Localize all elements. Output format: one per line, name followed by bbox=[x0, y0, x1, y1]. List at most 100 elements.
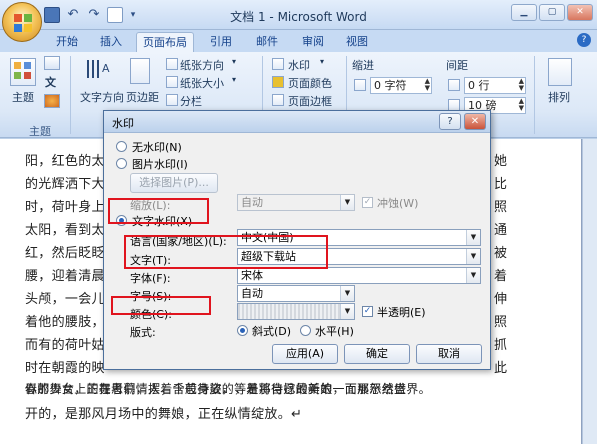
doc-line: 的光辉洒下大 bbox=[25, 177, 105, 192]
size-icon[interactable] bbox=[166, 76, 178, 88]
doc-line-end: 比 bbox=[494, 177, 508, 192]
orientation-icon[interactable] bbox=[166, 58, 178, 70]
minimize-icon[interactable]: ▁ bbox=[511, 4, 537, 21]
svg-text:A: A bbox=[102, 62, 110, 75]
orientation-dropdown-icon[interactable]: ▾ bbox=[232, 57, 236, 66]
arrange-icon[interactable] bbox=[548, 58, 572, 86]
text-direction-icon[interactable]: A bbox=[84, 56, 114, 82]
picture-watermark-label[interactable]: 图片水印(I) bbox=[132, 156, 188, 172]
cancel-button[interactable]: 取消 bbox=[416, 344, 482, 364]
indent-left-input[interactable]: 0 字符 ▲ ▼ bbox=[370, 77, 432, 94]
chevron-down-icon: ▼ bbox=[340, 286, 354, 301]
washout-label[interactable]: 冲蚀(W) bbox=[377, 195, 418, 211]
dialog-close-icon[interactable]: ✕ bbox=[464, 113, 486, 130]
page-borders-label[interactable]: 页面边框 bbox=[288, 93, 332, 109]
page-color-icon[interactable] bbox=[272, 76, 284, 88]
title-bar: ↶ ↷ ▾ 文档 1 - Microsoft Word ▁ ▢ ✕ bbox=[0, 0, 597, 30]
doc-line-end: 伸 bbox=[494, 292, 508, 307]
margins-label[interactable]: 页边距 bbox=[126, 89, 159, 105]
highlight-color-field bbox=[111, 296, 211, 315]
select-picture-button[interactable]: 选择图片(P)... bbox=[130, 173, 218, 193]
doc-line-end: 照 bbox=[494, 200, 508, 215]
text-direction-label[interactable]: 文字方向 bbox=[80, 89, 124, 105]
font-select[interactable]: 宋体 ▼ bbox=[237, 267, 481, 284]
tab-home[interactable]: 开始 bbox=[48, 32, 86, 52]
spacing-label: 间距 bbox=[446, 59, 468, 72]
close-icon[interactable]: ✕ bbox=[567, 4, 593, 21]
no-watermark-radio[interactable] bbox=[116, 141, 127, 152]
tab-review[interactable]: 审阅 bbox=[294, 32, 332, 52]
indent-left-icon bbox=[354, 79, 366, 91]
help-icon[interactable]: ? bbox=[577, 33, 591, 47]
ribbon-tabs: 开始 插入 页面布局 引用 邮件 审阅 视图 ? bbox=[0, 30, 597, 52]
diagonal-label[interactable]: 斜式(D) bbox=[252, 323, 291, 339]
doc-line: 阳，红色的太 bbox=[25, 154, 105, 169]
columns-label[interactable]: 分栏 bbox=[180, 93, 202, 109]
color-select[interactable]: ▼ bbox=[237, 303, 355, 320]
page-color-label[interactable]: 页面颜色 bbox=[288, 75, 332, 91]
chevron-down-icon: ▼ bbox=[466, 249, 480, 264]
theme-fonts-icon[interactable]: 文 bbox=[45, 74, 56, 90]
chevron-down-icon: ▼ bbox=[340, 304, 354, 319]
spinner-icon[interactable]: ▲ ▼ bbox=[425, 78, 430, 92]
watermark-dropdown-icon[interactable]: ▾ bbox=[320, 57, 324, 66]
spacing-before-value: 0 行 bbox=[468, 79, 490, 92]
watermark-icon[interactable] bbox=[272, 58, 284, 70]
tab-insert[interactable]: 插入 bbox=[92, 32, 130, 52]
horizontal-label[interactable]: 水平(H) bbox=[315, 323, 354, 339]
highlight-text-field bbox=[124, 235, 328, 269]
orientation-label[interactable]: 纸张方向 bbox=[180, 57, 224, 73]
spinner-icon[interactable]: ▲ ▼ bbox=[519, 78, 524, 92]
vertical-scrollbar[interactable] bbox=[582, 139, 597, 444]
ok-button[interactable]: 确定 bbox=[344, 344, 410, 364]
picture-watermark-radio[interactable] bbox=[116, 158, 127, 169]
dialog-title: 水印 bbox=[112, 117, 134, 130]
chevron-down-icon: ▼ bbox=[466, 268, 480, 283]
layout-label: 版式: bbox=[130, 326, 156, 339]
theme-button-label[interactable]: 主题 bbox=[12, 89, 34, 105]
page-borders-icon[interactable] bbox=[272, 94, 284, 106]
maximize-icon[interactable]: ▢ bbox=[539, 4, 565, 21]
scale-select[interactable]: 自动 ▼ bbox=[237, 194, 355, 211]
tab-view[interactable]: 视图 bbox=[338, 32, 376, 52]
washout-checkbox[interactable]: ✓ bbox=[362, 197, 373, 208]
tab-references[interactable]: 引用 bbox=[202, 32, 240, 52]
doc-line-end: 通 bbox=[494, 223, 508, 238]
chevron-down-icon: ▼ bbox=[340, 195, 354, 210]
semitransparent-label[interactable]: 半透明(E) bbox=[377, 304, 426, 320]
text-direction-glyph-icon: A bbox=[87, 60, 110, 78]
apply-button[interactable]: 应用(A) bbox=[272, 344, 338, 364]
spinner-icon[interactable]: ▲ ▼ bbox=[519, 98, 524, 112]
columns-icon[interactable] bbox=[166, 94, 178, 106]
office-button[interactable] bbox=[2, 2, 42, 42]
no-watermark-label[interactable]: 无水印(N) bbox=[132, 139, 182, 155]
group-separator bbox=[70, 56, 71, 134]
scale-value: 自动 bbox=[241, 196, 263, 209]
horizontal-radio[interactable] bbox=[300, 325, 311, 336]
tab-page-layout[interactable]: 页面布局 bbox=[136, 32, 194, 52]
theme-icon[interactable] bbox=[10, 58, 36, 86]
size-select[interactable]: 自动 ▼ bbox=[237, 285, 355, 302]
indent-label: 缩进 bbox=[352, 59, 374, 72]
size-label[interactable]: 纸张大小 bbox=[180, 75, 224, 91]
size-dropdown-icon[interactable]: ▾ bbox=[232, 75, 236, 84]
doc-line: 时在朝霞的映 bbox=[25, 361, 105, 376]
theme-colors-icon[interactable] bbox=[44, 56, 60, 70]
group-separator bbox=[534, 56, 535, 134]
office-logo-icon bbox=[14, 14, 32, 32]
semitransparent-checkbox[interactable]: ✓ bbox=[362, 306, 373, 317]
dialog-help-icon[interactable]: ? bbox=[439, 113, 461, 130]
watermark-label[interactable]: 水印 bbox=[288, 57, 310, 73]
theme-effects-icon[interactable] bbox=[44, 94, 60, 108]
dialog-title-bar[interactable]: 水印 ? ✕ bbox=[104, 111, 490, 133]
doc-line: 春的少女，正在思慕情人；含苞待放的，是那待嫁的新娘，而那怒然盛 bbox=[25, 382, 407, 396]
margins-icon[interactable] bbox=[130, 58, 150, 84]
highlight-text-watermark bbox=[108, 198, 209, 224]
spacing-before-input[interactable]: 0 行 ▲ ▼ bbox=[464, 77, 526, 94]
doc-line-end: 此 bbox=[494, 361, 508, 376]
doc-line: 头颅，一会儿 bbox=[25, 292, 105, 307]
tab-mailings[interactable]: 邮件 bbox=[248, 32, 286, 52]
doc-line: 而有的荷叶姑 bbox=[25, 338, 105, 353]
diagonal-radio[interactable] bbox=[237, 325, 248, 336]
arrange-label[interactable]: 排列 bbox=[548, 89, 570, 105]
